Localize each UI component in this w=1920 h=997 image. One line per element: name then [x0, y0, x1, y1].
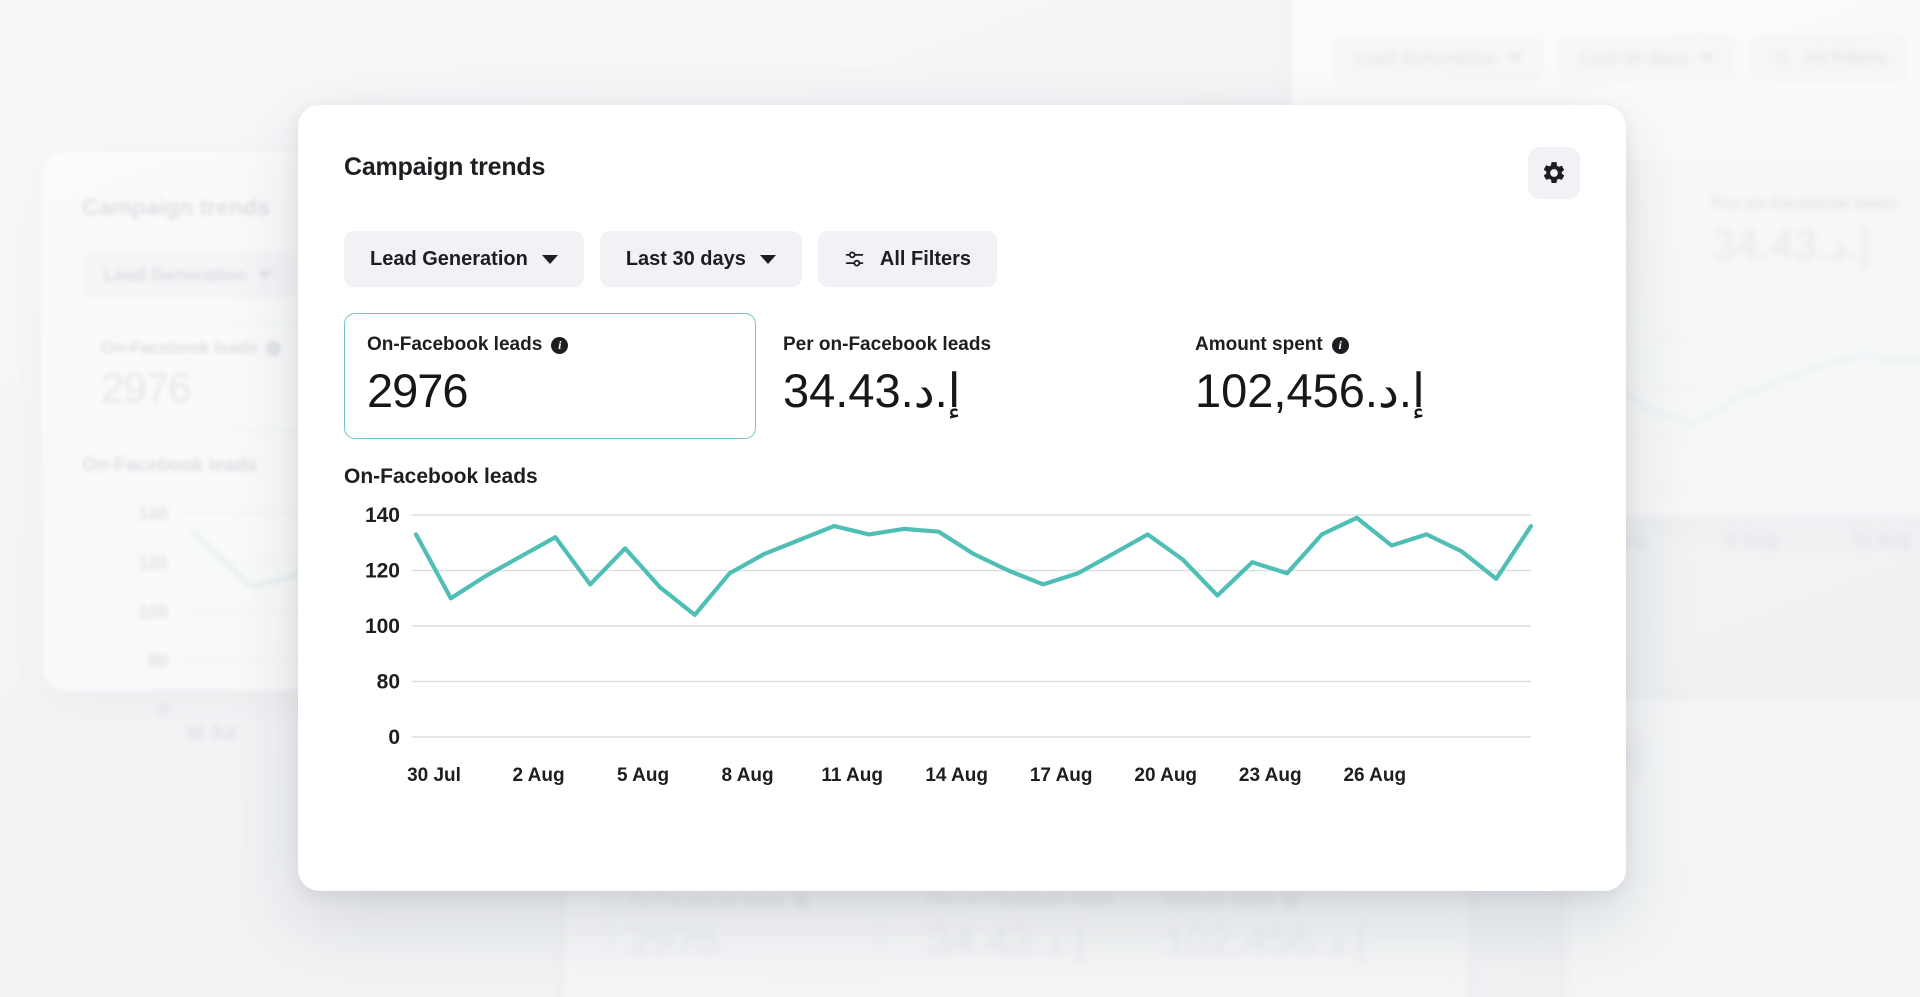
- info-icon: i: [266, 341, 281, 356]
- tune-sliders-icon: [1772, 48, 1792, 68]
- ytick-80: 80: [377, 670, 400, 693]
- background-topright-metric-value: 34.43.إ.د: [1712, 220, 1898, 269]
- xtick-11-aug: 11 Aug: [821, 765, 883, 786]
- ytick-120: 120: [365, 559, 400, 582]
- background-topright-filter-0: Lead Generation: [1332, 34, 1544, 82]
- info-icon: i: [794, 894, 809, 909]
- chart-title: On-Facebook leads: [344, 465, 1580, 489]
- background-topright-filter-2-label: All Filters: [1804, 48, 1886, 69]
- background-topright-xtick-1: 8 Aug: [1727, 530, 1776, 550]
- chart-container: 140 120 100 80 0 30 Jul 2 Aug 5 Aug 8 Aug 11 Aug 1…: [344, 505, 1539, 795]
- page-title: Campaign trends: [344, 147, 545, 182]
- chevron-down-icon: [542, 255, 558, 264]
- background-left-filter: Lead Generation: [82, 251, 294, 299]
- background-bottom-metric-1: Per on-Facebook leads 34.43.إ.د: [928, 876, 1114, 984]
- background-bottom-metric-0-label: On-Facebook leads: [629, 891, 786, 911]
- xtick-30-jul: 30 Jul: [407, 765, 461, 786]
- background-left-ytick-80: 80: [148, 651, 168, 671]
- background-bottom-metric-0-value: 2976: [629, 917, 861, 965]
- background-topright-metric: Per on-Facebook leads 34.43.إ.د: [1712, 194, 1898, 269]
- filter-date-range-label: Last 30 days: [626, 248, 746, 271]
- gear-icon: [1541, 160, 1567, 186]
- xtick-5-aug: 5 Aug: [617, 765, 669, 786]
- background-topright-filter-0-label: Lead Generation: [1354, 48, 1496, 69]
- background-left-ytick-0: 0: [158, 700, 168, 720]
- xtick-14-aug: 14 Aug: [925, 765, 988, 786]
- chevron-down-icon: [1700, 54, 1714, 62]
- metric-1-label: Per on-Facebook leads: [783, 334, 991, 356]
- background-left-ytick-120: 120: [138, 553, 168, 573]
- background-topright-xtick-2: 11 Aug: [1853, 530, 1911, 550]
- background-left-filter-label: Lead Generation: [104, 265, 246, 286]
- background-bottom-metric-1-value: 34.43.إ.د: [928, 916, 1114, 965]
- background-bottom-metric-2-label-row: Amount spent i: [1162, 890, 1368, 910]
- filter-all-filters[interactable]: All Filters: [818, 231, 997, 287]
- metrics-row: On-Facebook leads i 2976 Per on-Facebook…: [344, 313, 1580, 439]
- xtick-2-aug: 2 Aug: [512, 765, 564, 786]
- metric-card-amount-spent[interactable]: Amount spent i 102,456.إ.د: [1168, 313, 1580, 439]
- xtick-8-aug: 8 Aug: [722, 765, 774, 786]
- filter-all-filters-label: All Filters: [880, 248, 971, 271]
- background-topright-filter-1-label: Last 30 days: [1580, 48, 1688, 69]
- background-topright-filter-2: All Filters: [1750, 34, 1908, 82]
- metric-0-value: 2976: [367, 366, 733, 416]
- metric-card-on-facebook-leads[interactable]: On-Facebook leads i 2976: [344, 313, 756, 439]
- background-bottom-metric-2-value: 102,456.إ.د: [1162, 916, 1368, 965]
- metric-2-label: Amount spent: [1195, 334, 1323, 356]
- chevron-down-icon: [258, 271, 272, 279]
- background-left-metric-label: On-Facebook leads: [101, 338, 258, 358]
- xtick-17-aug: 17 Aug: [1030, 765, 1093, 786]
- chart-series-line: [416, 518, 1531, 615]
- tune-sliders-icon: [844, 248, 866, 270]
- metric-1-value: 34.43.إ.د: [783, 366, 1145, 416]
- ytick-140: 140: [365, 505, 400, 527]
- metric-card-per-on-facebook-leads[interactable]: Per on-Facebook leads 34.43.إ.د: [756, 313, 1168, 439]
- campaign-trends-card: Campaign trends Lead Generation Last 30 …: [298, 105, 1626, 891]
- metric-2-label-row: Amount spent i: [1195, 334, 1557, 356]
- xtick-26-aug: 26 Aug: [1343, 765, 1406, 786]
- xtick-20-aug: 20 Aug: [1134, 765, 1197, 786]
- background-left-xtick-0: 30 Jul: [184, 723, 235, 743]
- filter-bar: Lead Generation Last 30 days: [344, 231, 1580, 287]
- screen-root: Campaign trends Lead Generation On-Faceb…: [0, 0, 1920, 997]
- filter-lead-generation-label: Lead Generation: [370, 248, 528, 271]
- ytick-100: 100: [365, 615, 400, 638]
- card-header: Campaign trends: [344, 147, 1580, 199]
- xtick-23-aug: 23 Aug: [1239, 765, 1302, 786]
- chevron-down-icon: [760, 255, 776, 264]
- settings-button[interactable]: [1528, 147, 1580, 199]
- filter-date-range[interactable]: Last 30 days: [600, 231, 802, 287]
- background-bottom-metric-2: Amount spent i 102,456.إ.د: [1162, 876, 1368, 984]
- background-bottom-metric-0-label-row: On-Facebook leads i: [629, 891, 861, 911]
- filter-lead-generation[interactable]: Lead Generation: [344, 231, 584, 287]
- background-left-ytick-100: 100: [138, 602, 168, 622]
- info-icon[interactable]: i: [551, 337, 568, 354]
- background-bottom-metric-2-label: Amount spent: [1162, 890, 1276, 910]
- background-left-ytick-140: 140: [138, 504, 168, 524]
- background-bottom-metric-1-label: Per on-Facebook leads: [928, 890, 1114, 910]
- metric-1-label-row: Per on-Facebook leads: [783, 334, 1145, 356]
- background-bottom-metric-0: On-Facebook leads i 2976: [610, 876, 880, 984]
- on-facebook-leads-line-chart: 140 120 100 80 0 30 Jul 2 Aug 5 Aug 8 Aug 11 Aug 1…: [344, 505, 1539, 795]
- metric-0-label-row: On-Facebook leads i: [367, 334, 733, 356]
- background-topright-metric-label: Per on-Facebook leads: [1712, 194, 1898, 214]
- background-topright-filter-1: Last 30 days: [1558, 34, 1736, 82]
- metric-2-value: 102,456.إ.د: [1195, 366, 1557, 416]
- ytick-0: 0: [388, 726, 400, 749]
- chevron-down-icon: [1508, 54, 1522, 62]
- info-icon: i: [1284, 893, 1299, 908]
- metric-0-label: On-Facebook leads: [367, 334, 542, 356]
- info-icon[interactable]: i: [1332, 337, 1349, 354]
